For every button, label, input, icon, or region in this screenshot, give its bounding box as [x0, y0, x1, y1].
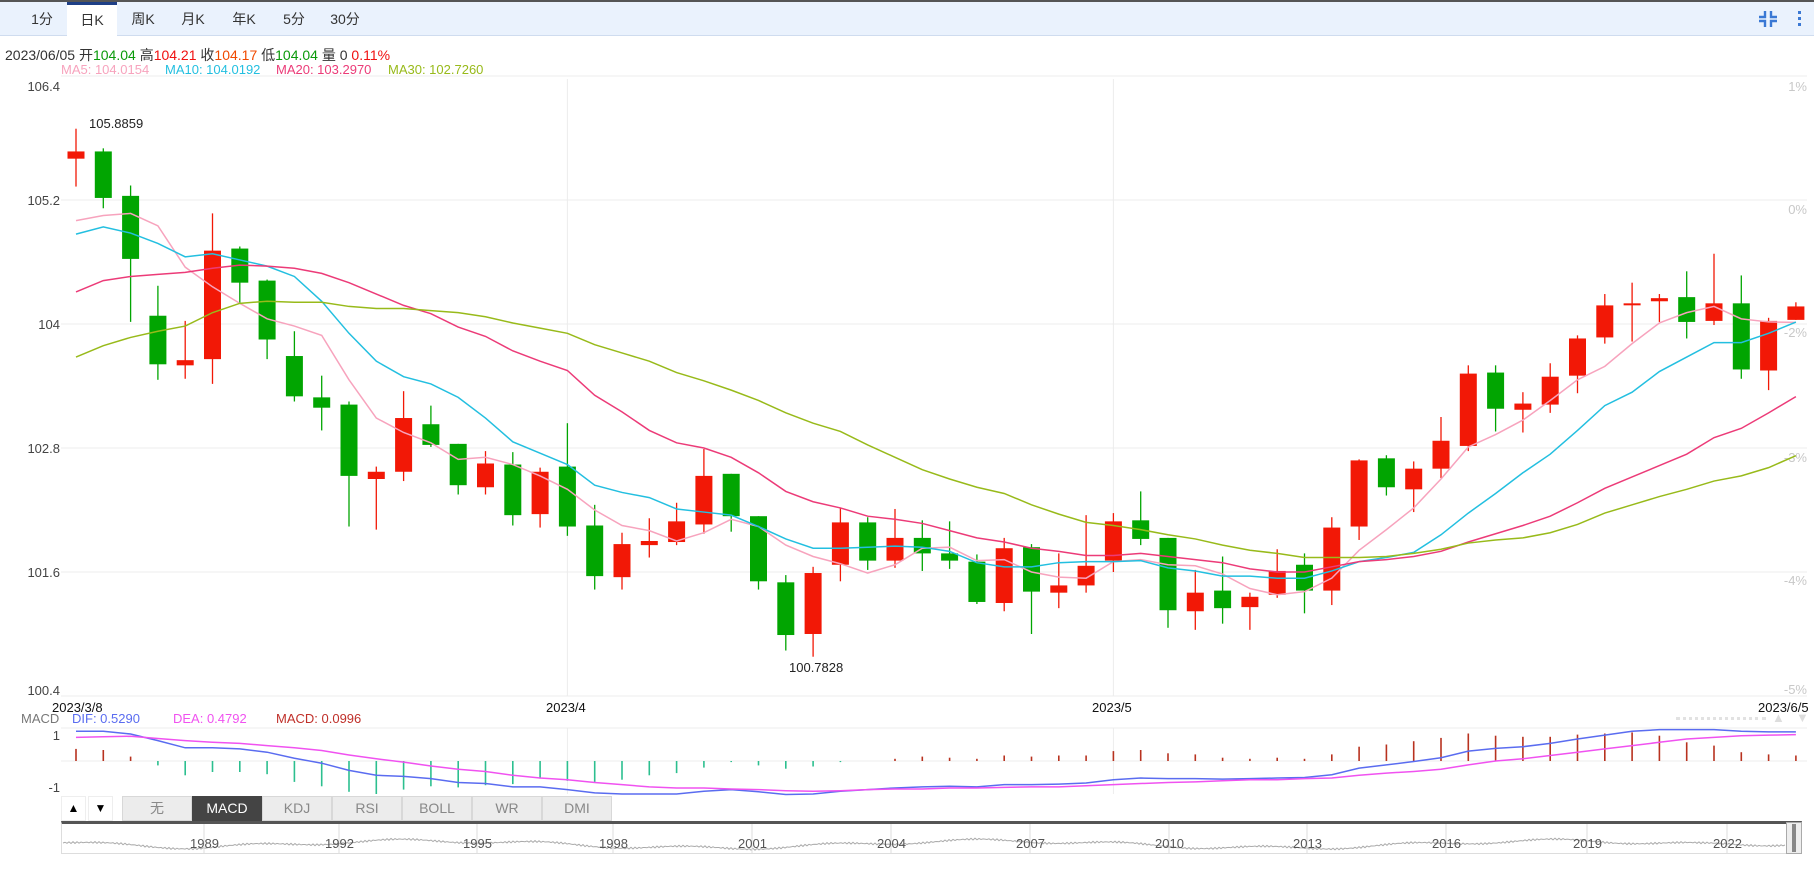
candle-down — [122, 195, 140, 259]
navigator-year-label: 2022 — [1713, 836, 1742, 851]
candle-down — [340, 404, 358, 476]
candle-down — [258, 280, 276, 340]
navigator-year-label: 2019 — [1573, 836, 1602, 851]
candle-down — [449, 443, 467, 486]
candle-up — [640, 540, 658, 546]
candle-up — [1405, 468, 1423, 490]
navigator-year-label: 1989 — [190, 836, 219, 851]
candle-up — [1514, 403, 1532, 410]
candle-down — [722, 473, 740, 517]
navigator-year-label: 1992 — [325, 836, 354, 851]
candle-down — [285, 356, 303, 397]
candle-down — [777, 582, 795, 636]
indicator-rsi-button[interactable]: RSI — [332, 796, 402, 821]
candle-down — [1487, 372, 1505, 409]
ma20-line — [75, 264, 1797, 573]
candle-up — [176, 360, 194, 366]
candle-up — [1787, 306, 1805, 320]
navigator-year-label: 1998 — [599, 836, 628, 851]
indicator-macd-button[interactable]: MACD — [192, 796, 262, 821]
candle-up — [1459, 373, 1477, 446]
candle-up — [695, 475, 713, 525]
candle-up — [1077, 565, 1095, 586]
candle-up — [367, 471, 385, 479]
candle-up — [67, 151, 85, 159]
ma5-line — [75, 212, 1796, 596]
candle-up — [1186, 592, 1204, 612]
candle-down — [558, 466, 576, 527]
candle-up — [613, 544, 631, 578]
candle-up — [831, 522, 849, 565]
indicator-dmi-button[interactable]: DMI — [542, 796, 612, 821]
candle-down — [422, 424, 440, 445]
candle-down — [859, 522, 877, 561]
indicator-kdj-button[interactable]: KDJ — [262, 796, 332, 821]
navigator-year-label: 2004 — [877, 836, 906, 851]
candle-down — [1678, 297, 1696, 322]
candle-down — [1214, 590, 1232, 609]
indicator-none-button[interactable]: 无 — [122, 796, 192, 821]
navigator-right-handle[interactable] — [1786, 822, 1802, 854]
ma10-line — [75, 226, 1797, 579]
candle-up — [1241, 596, 1259, 608]
candle-down — [1732, 303, 1750, 370]
navigator-year-label: 2013 — [1293, 836, 1322, 851]
scroll-down-button[interactable]: ▼ — [88, 796, 113, 821]
candle-down — [94, 151, 112, 198]
candle-down — [1159, 537, 1177, 611]
candle-up — [1760, 320, 1778, 371]
navigator-year-label: 2010 — [1155, 836, 1184, 851]
candle-down — [586, 525, 604, 577]
candle-up — [886, 537, 904, 561]
candle-up — [804, 573, 822, 634]
candle-down — [504, 464, 522, 516]
candle-up — [1623, 303, 1641, 306]
navigator-year-label: 2001 — [738, 836, 767, 851]
navigator-year-label: 1995 — [463, 836, 492, 851]
candle-up — [1596, 305, 1614, 338]
candle-down — [968, 561, 986, 602]
candle-up — [1268, 570, 1286, 595]
navigator-year-label: 2016 — [1432, 836, 1461, 851]
candle-up — [395, 418, 413, 472]
candle-up — [477, 463, 494, 488]
ma30-line — [75, 300, 1797, 559]
kline-chart[interactable] — [0, 0, 1814, 887]
candle-up — [1050, 585, 1068, 593]
candle-up — [1569, 338, 1586, 376]
candle-up — [1350, 460, 1368, 527]
candle-down — [149, 315, 167, 365]
navigator-year-label: 2007 — [1016, 836, 1045, 851]
indicator-wr-button[interactable]: WR — [472, 796, 542, 821]
candle-up — [1650, 298, 1668, 302]
dif-line — [76, 728, 1796, 796]
candle-up — [995, 548, 1013, 603]
scroll-up-button[interactable]: ▲ — [61, 796, 86, 821]
dea-line — [75, 733, 1796, 793]
candle-up — [1432, 440, 1450, 469]
range-navigator[interactable] — [61, 821, 1802, 854]
candle-down — [313, 397, 331, 408]
candle-down — [1377, 458, 1395, 488]
indicator-boll-button[interactable]: BOLL — [402, 796, 472, 821]
